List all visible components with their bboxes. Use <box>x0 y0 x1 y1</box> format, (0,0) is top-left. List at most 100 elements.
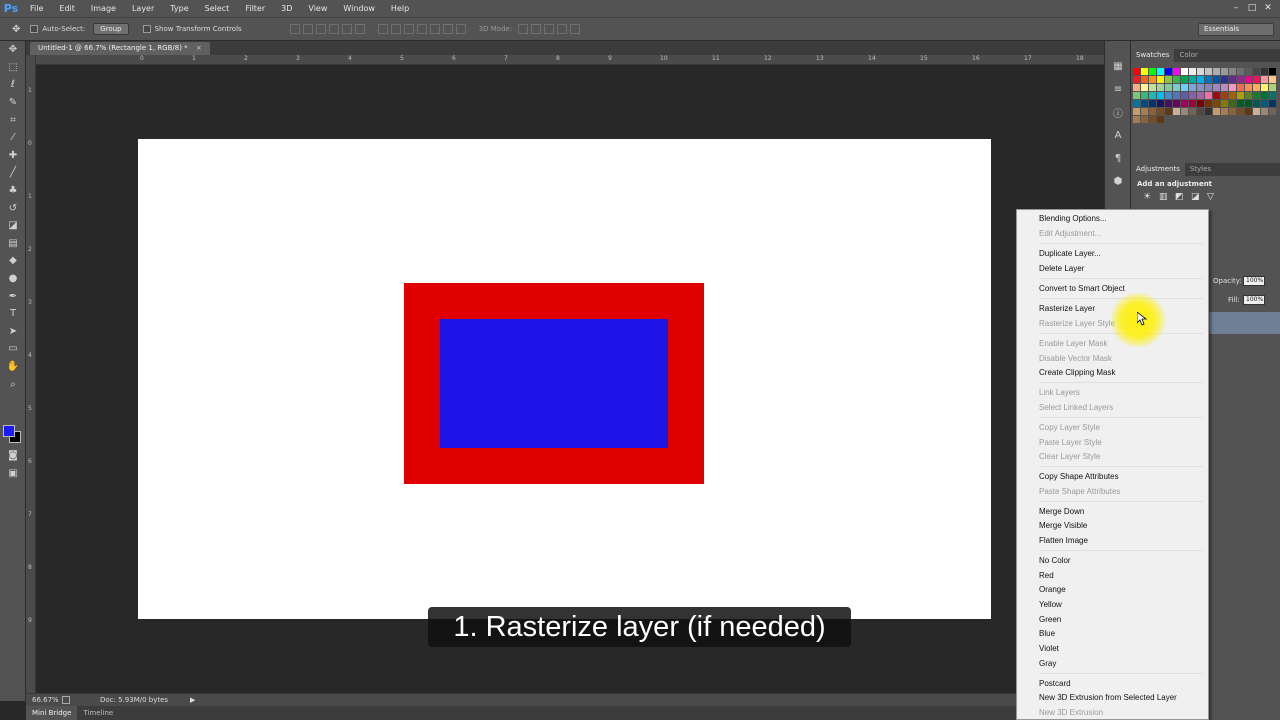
menu-item-gray[interactable]: Gray <box>1039 659 1056 668</box>
history-icon[interactable]: ▦ <box>1105 55 1131 78</box>
color-swatch[interactable] <box>1181 84 1188 91</box>
color-swatch[interactable] <box>1245 84 1252 91</box>
tab-adjustments[interactable]: Adjustments <box>1131 163 1185 176</box>
menu-item-red[interactable]: Red <box>1039 571 1054 580</box>
color-swatch[interactable] <box>1253 92 1260 99</box>
color-swatch[interactable] <box>1141 76 1148 83</box>
color-swatch[interactable] <box>1213 100 1220 107</box>
color-swatch[interactable] <box>1157 68 1164 75</box>
color-swatch[interactable] <box>1269 76 1276 83</box>
menu-item-orange[interactable]: Orange <box>1039 585 1066 594</box>
menu-item-flatten-image[interactable]: Flatten Image <box>1039 536 1088 545</box>
color-swatch[interactable] <box>1245 100 1252 107</box>
tab-mini-bridge[interactable]: Mini Bridge <box>26 706 78 720</box>
path-selection-tool-icon[interactable]: ➤ <box>0 323 26 341</box>
color-swatch[interactable] <box>1173 76 1180 83</box>
color-swatch[interactable] <box>1173 100 1180 107</box>
color-swatch[interactable] <box>1165 76 1172 83</box>
tab-timeline[interactable]: Timeline <box>77 706 119 720</box>
brightness-icon[interactable]: ☀ <box>1143 192 1155 204</box>
tab-styles[interactable]: Styles <box>1185 163 1216 176</box>
color-swatch[interactable] <box>1165 68 1172 75</box>
3d-drag-icon[interactable] <box>544 24 555 34</box>
3d-roll-icon[interactable] <box>531 24 542 34</box>
color-swatch[interactable] <box>1197 68 1204 75</box>
quick-select-tool-icon[interactable]: ✎ <box>0 94 26 112</box>
auto-align-icon[interactable] <box>455 24 466 34</box>
lasso-tool-icon[interactable]: ℓ <box>0 76 26 94</box>
paragraph-icon[interactable]: ¶ <box>1105 147 1131 170</box>
3d-slide-icon[interactable] <box>557 24 568 34</box>
close-button[interactable]: ✕ <box>1260 0 1276 17</box>
distribute-top-icon[interactable] <box>377 24 388 34</box>
color-swatch[interactable] <box>1269 108 1276 115</box>
menu-view[interactable]: View <box>300 0 335 17</box>
color-swatch[interactable] <box>1237 84 1244 91</box>
rectangle-tool-icon[interactable]: ▭ <box>0 340 26 358</box>
close-icon[interactable]: × <box>196 44 202 52</box>
history-brush-tool-icon[interactable]: ↺ <box>0 199 26 217</box>
color-swatch[interactable] <box>1261 92 1268 99</box>
color-swatch[interactable] <box>1205 84 1212 91</box>
color-swatch[interactable] <box>1149 116 1156 123</box>
opacity-input[interactable]: 100% <box>1243 276 1265 286</box>
color-swatch[interactable] <box>1189 108 1196 115</box>
color-swatch[interactable] <box>1261 68 1268 75</box>
color-swatch[interactable] <box>1245 92 1252 99</box>
color-swatch[interactable] <box>1261 76 1268 83</box>
quick-mask-icon[interactable]: ◙ <box>0 447 26 465</box>
color-swatch[interactable] <box>1181 76 1188 83</box>
vibrance-icon[interactable]: ▽ <box>1207 192 1219 204</box>
color-swatch[interactable] <box>1221 76 1228 83</box>
ruler-vertical[interactable]: 1 0 1 2 3 4 5 6 7 8 9 <box>26 55 36 693</box>
menu-type[interactable]: Type <box>162 0 196 17</box>
color-swatch[interactable] <box>1253 68 1260 75</box>
menu-help[interactable]: Help <box>383 0 417 17</box>
color-swatch[interactable] <box>1221 100 1228 107</box>
color-swatch[interactable] <box>1149 92 1156 99</box>
color-swatch[interactable] <box>1141 116 1148 123</box>
marquee-tool-icon[interactable]: ⬚ <box>0 59 26 77</box>
color-swatch[interactable] <box>1269 100 1276 107</box>
color-swatch[interactable] <box>1269 68 1276 75</box>
zoom-level[interactable]: 66.67% <box>32 696 62 704</box>
color-swatch[interactable] <box>1133 68 1140 75</box>
menu-item-no-color[interactable]: No Color <box>1039 556 1071 565</box>
menu-item-blending-options[interactable]: Blending Options... <box>1039 214 1107 223</box>
color-swatch[interactable] <box>1213 92 1220 99</box>
character-icon[interactable]: A <box>1105 124 1131 147</box>
color-swatch[interactable] <box>1213 108 1220 115</box>
color-swatch[interactable] <box>1229 68 1236 75</box>
menu-item-duplicate-layer[interactable]: Duplicate Layer... <box>1039 249 1101 258</box>
color-swatch[interactable] <box>1221 84 1228 91</box>
color-swatch[interactable] <box>1133 84 1140 91</box>
curves-icon[interactable]: ◩ <box>1175 192 1187 204</box>
menu-3d[interactable]: 3D <box>273 0 300 17</box>
color-swatch[interactable] <box>1205 100 1212 107</box>
distribute-bottom-icon[interactable] <box>403 24 414 34</box>
color-swatch[interactable] <box>1269 84 1276 91</box>
exposure-icon[interactable]: ◪ <box>1191 192 1203 204</box>
tab-color[interactable]: Color <box>1174 49 1202 62</box>
menu-select[interactable]: Select <box>197 0 238 17</box>
color-swatch[interactable] <box>1165 108 1172 115</box>
info-icon[interactable]: ⓘ <box>1105 101 1131 124</box>
eraser-tool-icon[interactable]: ◪ <box>0 217 26 235</box>
distribute-vcenter-icon[interactable] <box>390 24 401 34</box>
color-swatch[interactable] <box>1181 100 1188 107</box>
color-swatch[interactable] <box>1181 68 1188 75</box>
menu-edit[interactable]: Edit <box>51 0 83 17</box>
color-swatch[interactable] <box>1133 76 1140 83</box>
color-swatch[interactable] <box>1213 84 1220 91</box>
color-swatch[interactable] <box>1141 68 1148 75</box>
color-swatch[interactable] <box>1141 92 1148 99</box>
color-swatch[interactable] <box>1245 76 1252 83</box>
menu-item-rasterize-layer[interactable]: Rasterize Layer <box>1039 304 1095 313</box>
color-swatch[interactable] <box>1141 108 1148 115</box>
distribute-hcenter-icon[interactable] <box>429 24 440 34</box>
color-swatch[interactable] <box>1237 108 1244 115</box>
color-swatch[interactable] <box>1149 100 1156 107</box>
tab-swatches[interactable]: Swatches <box>1131 49 1175 62</box>
color-swatch[interactable] <box>1229 108 1236 115</box>
menu-item-copy-shape-attributes[interactable]: Copy Shape Attributes <box>1039 472 1119 481</box>
